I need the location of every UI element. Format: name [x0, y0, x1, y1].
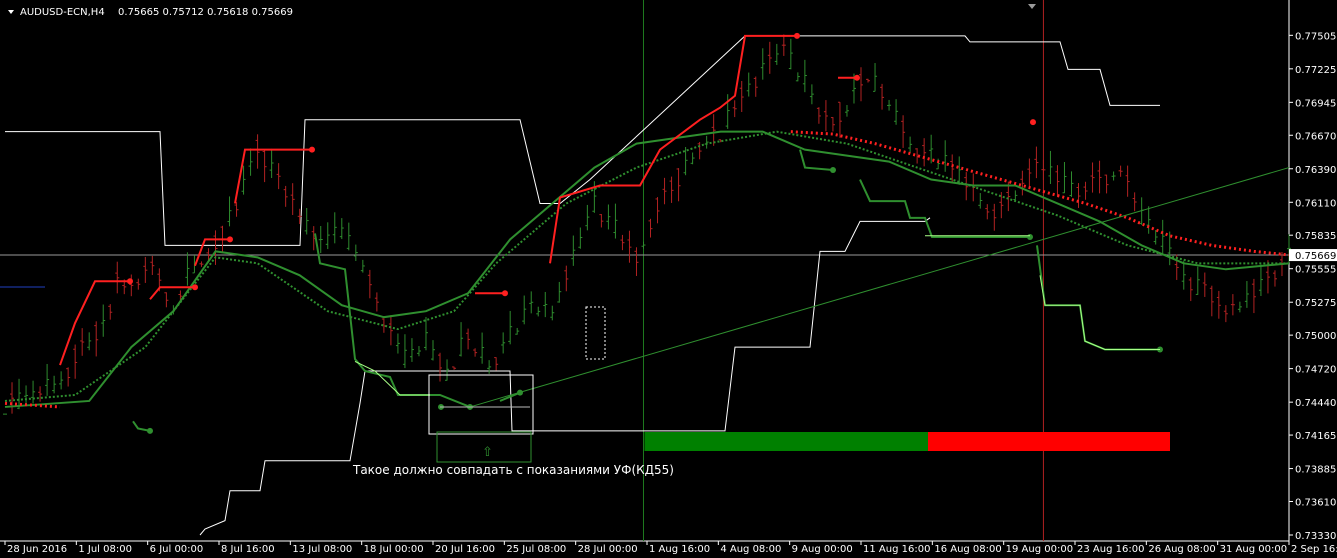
- price-tick-label: 0.73885: [1295, 465, 1336, 476]
- price-tick-label: 0.76670: [1295, 131, 1336, 142]
- time-tick-label: 4 Aug 08:00: [720, 544, 781, 555]
- time-tick-label: 6 Jul 00:00: [150, 544, 204, 555]
- up-trend-dot: [794, 32, 800, 39]
- up-trend-dot: [502, 290, 508, 297]
- price-tick-label: 0.74165: [1295, 431, 1336, 442]
- time-tick-label: 25 Jul 08:00: [506, 544, 566, 555]
- price-tick-label: 0.75000: [1295, 331, 1336, 342]
- up-trend-dot: [854, 74, 860, 81]
- current-price-label: 0.75669: [1295, 251, 1336, 262]
- price-tick-label: 0.76390: [1295, 165, 1336, 176]
- chart-ohlc: 0.75665 0.75712 0.75618 0.75669: [118, 7, 293, 18]
- price-chart: ⇧ 0.77505 0.77225 0.76945 0.76670 0.76390 0.7…: [0, 0, 1337, 558]
- time-tick-label: 18 Jul 00:00: [364, 544, 424, 555]
- time-tick-label: 28 Jun 2016: [7, 544, 67, 555]
- time-tick-label: 1 Aug 16:00: [649, 544, 710, 555]
- up-arrow-icon: ⇧: [482, 445, 493, 460]
- price-tick-label: 0.75835: [1295, 231, 1336, 242]
- up-trend-dot: [309, 146, 315, 153]
- time-tick-label: 13 Jul 08:00: [292, 544, 352, 555]
- annotation-note: Такое должно совпадать с показаниями УФ(…: [352, 463, 674, 477]
- chart-symbol: AUDUSD-ECN,H4: [20, 7, 105, 18]
- price-tick-label: 0.76110: [1295, 198, 1336, 209]
- time-tick-label: 19 Aug 00:00: [1006, 544, 1073, 555]
- price-tick-label: 0.75555: [1295, 265, 1336, 276]
- up-trend-dot: [1030, 119, 1036, 126]
- down-trend-dot: [1027, 233, 1033, 240]
- up-trend-dot: [227, 236, 233, 243]
- signal-bar-red-fill: [928, 432, 1168, 451]
- time-tick-label: 1 Jul 08:00: [78, 544, 132, 555]
- price-tick-label: 0.74720: [1295, 365, 1336, 376]
- down-trend-dot: [147, 427, 153, 434]
- down-trend-dot: [830, 166, 836, 173]
- time-tick-label: 9 Aug 00:00: [792, 544, 853, 555]
- time-tick-label: 28 Jul 00:00: [578, 544, 638, 555]
- time-tick-label: 20 Jul 16:00: [435, 544, 495, 555]
- chart-header[interactable]: AUDUSD-ECN,H4 0.75665 0.75712 0.75618 0.…: [8, 7, 293, 18]
- up-trend-dot: [192, 284, 198, 291]
- price-tick-label: 0.77225: [1295, 65, 1336, 76]
- time-tick-label: 31 Aug 00:00: [1220, 544, 1287, 555]
- time-tick-label: 23 Aug 16:00: [1077, 544, 1144, 555]
- price-tick-label: 0.76945: [1295, 98, 1336, 109]
- price-tick-label: 0.77505: [1295, 31, 1336, 42]
- up-trend-dot: [127, 278, 133, 285]
- price-tick-label: 0.74440: [1295, 398, 1336, 409]
- price-tick-label: 0.73330: [1295, 531, 1336, 542]
- time-tick-label: 8 Jul 16:00: [221, 544, 275, 555]
- time-tick-label: 26 Aug 08:00: [1148, 544, 1215, 555]
- price-tick-label: 0.75275: [1295, 298, 1336, 309]
- time-tick-label: 16 Aug 08:00: [934, 544, 1001, 555]
- time-tick-label: 2 Sep 16:00: [1291, 544, 1337, 555]
- price-tick-label: 0.73610: [1295, 497, 1336, 508]
- time-tick-label: 11 Aug 16:00: [863, 544, 930, 555]
